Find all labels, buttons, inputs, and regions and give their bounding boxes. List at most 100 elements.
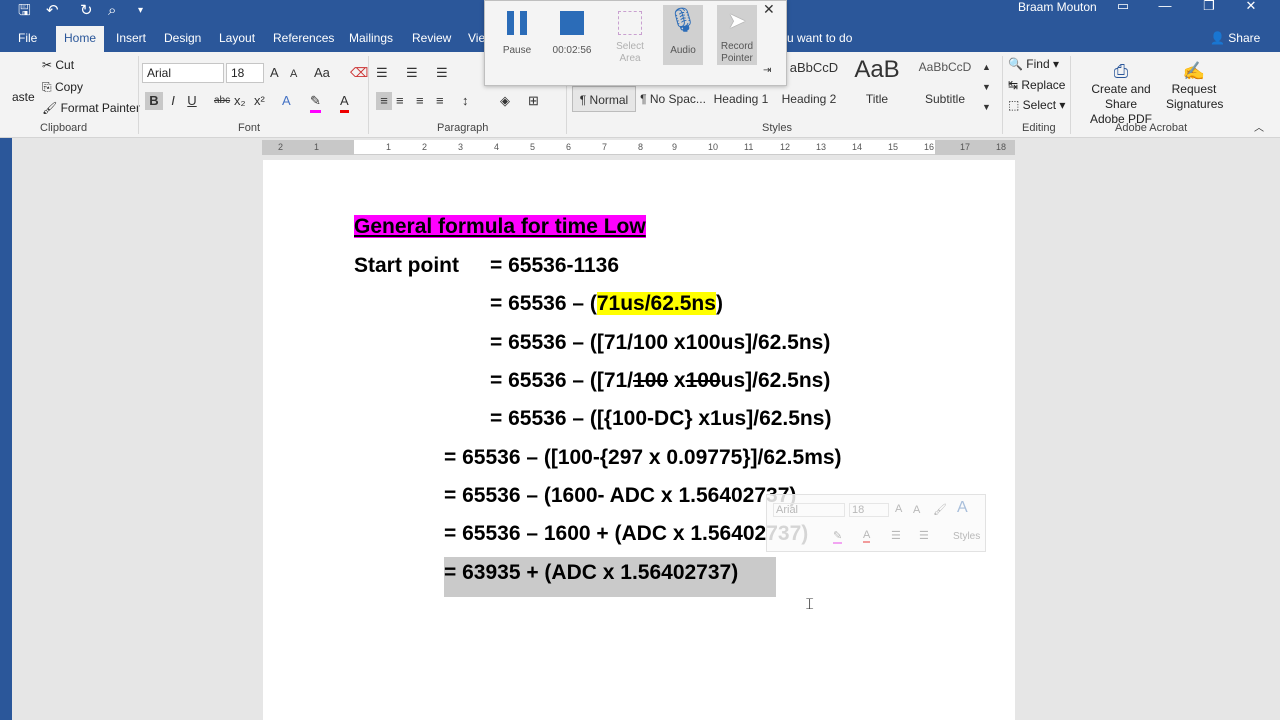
ruler-number: 15 [888, 142, 899, 152]
shrink-font-icon[interactable]: A [290, 65, 297, 83]
clear-formatting-icon[interactable]: ⌫ [350, 64, 368, 82]
record-pointer-button[interactable]: ➤ Record Pointer [717, 5, 757, 65]
ruler-number: 3 [458, 142, 464, 152]
formula-line-1[interactable]: = 65536-1136 [490, 253, 619, 279]
formula-line-5[interactable]: = 65536 – ([{100-DC} x1us]/62.5ns) [490, 406, 831, 432]
tab-design[interactable]: Design [156, 26, 209, 52]
formula-line-4[interactable]: = 65536 – ([71/100 x100us]/62.5ns) [490, 368, 830, 394]
strikethrough-button[interactable]: abc [214, 92, 230, 110]
tab-home[interactable]: Home [56, 26, 105, 52]
print-preview-icon[interactable]: ⌕ [108, 0, 116, 22]
share-button[interactable]: 👤 Share [1210, 26, 1260, 50]
subscript-button[interactable]: x₂ [234, 92, 246, 110]
mini-numbering-icon[interactable]: ☰ [919, 529, 929, 542]
styles-more-icon[interactable]: ▼ [982, 98, 991, 116]
mini-font-color-icon[interactable]: A [863, 529, 871, 543]
document-page[interactable] [263, 160, 1015, 720]
recorder-pin-icon[interactable]: ⇥ [763, 65, 771, 76]
bullets-icon[interactable]: ☰ [376, 64, 388, 82]
recording-timer: 00:02:56 [552, 45, 592, 56]
create-share-pdf-button[interactable]: ⎙ Create and Share Adobe PDF [1074, 60, 1168, 127]
mini-styles-icon[interactable]: A [957, 499, 968, 517]
mini-highlight-icon[interactable]: ✎ [833, 529, 843, 544]
style-normal[interactable]: ¶ Normal [572, 86, 636, 112]
formula-line-8[interactable]: = 65536 – 1600 + (ADC x 1.56402737) [444, 521, 808, 547]
style-title[interactable]: Title [848, 86, 906, 112]
mini-shrink-font-icon[interactable]: A [913, 504, 920, 516]
ruler-number: 1 [386, 142, 392, 152]
tab-file[interactable]: File [10, 26, 45, 52]
highlight-color-icon[interactable]: ✎ [310, 92, 321, 113]
mini-format-painter-icon[interactable]: 🖌 [933, 503, 947, 516]
numbering-icon[interactable]: ☰ [406, 64, 418, 82]
mini-bullets-icon[interactable]: ☰ [891, 529, 901, 542]
font-size-select[interactable]: 18 [226, 63, 264, 83]
user-name[interactable]: Braam Mouton [1018, 0, 1097, 14]
styles-scroll-down-icon[interactable]: ▼ [982, 78, 991, 96]
tab-review[interactable]: Review [404, 26, 459, 52]
formula-line-2[interactable]: = 65536 – (71us/62.5ns) [490, 291, 723, 317]
start-point-label[interactable]: Start point [354, 253, 459, 279]
redo-icon[interactable]: ↻ [80, 0, 93, 22]
close-icon[interactable]: ✕ [1236, 0, 1266, 14]
minimize-icon[interactable]: — [1150, 0, 1180, 14]
justify-icon[interactable]: ≡ [436, 92, 444, 110]
mini-font-select[interactable]: Arial [773, 503, 845, 517]
line-spacing-icon[interactable]: ↕ [462, 92, 469, 110]
replace-button[interactable]: ↹ Replace [1008, 78, 1065, 92]
mini-size-select[interactable]: 18 [849, 503, 889, 517]
styles-scroll-up-icon[interactable]: ▲ [982, 58, 991, 76]
formula-line-7[interactable]: = 65536 – (1600- ADC x 1.56402737) [444, 483, 796, 509]
shading-icon[interactable]: ◈ [500, 92, 510, 110]
italic-button[interactable]: I [166, 92, 180, 110]
select-button[interactable]: ⬚ Select ▾ [1008, 98, 1065, 112]
tab-insert[interactable]: Insert [108, 26, 154, 52]
ribbon-display-icon[interactable]: ▭ [1108, 0, 1138, 14]
heading-line[interactable]: General formula for time Low [354, 214, 646, 240]
request-signatures-button[interactable]: ✍ Request Signatures [1166, 60, 1223, 112]
tab-mailings[interactable]: Mailings [341, 26, 401, 52]
change-case-button[interactable]: Aa [314, 64, 330, 82]
formula-line-6[interactable]: = 65536 – ([100-{297 x 0.09775}]/62.5ms) [444, 445, 842, 471]
recorder-close-icon[interactable]: ✕ [763, 1, 775, 18]
superscript-button[interactable]: x² [254, 92, 265, 110]
horizontal-ruler[interactable]: 2 1 1 2 3 4 5 6 7 8 9 10 11 12 13 14 15 … [262, 140, 1015, 155]
align-right-icon[interactable]: ≡ [416, 92, 424, 110]
tab-references[interactable]: References [265, 26, 342, 52]
format-painter-button[interactable]: 🖌 Format Painter [42, 101, 140, 115]
paste-button[interactable]: aste [12, 90, 35, 104]
copy-button[interactable]: ⎘ Copy [42, 80, 83, 95]
borders-icon[interactable]: ⊞ [528, 92, 539, 110]
formula-line-9-selected[interactable]: = 63935 + (ADC x 1.56402737) [444, 560, 738, 586]
underline-button[interactable]: U [185, 92, 199, 110]
bold-button[interactable]: B [145, 92, 163, 110]
mini-grow-font-icon[interactable]: A [895, 503, 902, 515]
align-left-icon[interactable]: ≡ [376, 92, 392, 110]
collapse-ribbon-icon[interactable]: ︿ [1254, 120, 1264, 138]
tab-layout[interactable]: Layout [211, 26, 263, 52]
audio-button[interactable]: 🎙 Audio [663, 5, 703, 65]
grow-font-icon[interactable]: A [270, 64, 279, 82]
ruler-number: 18 [996, 142, 1007, 152]
font-name-select[interactable]: Arial [142, 63, 224, 83]
cut-button[interactable]: ✂ Cut [42, 58, 74, 72]
save-icon[interactable]: 🖫 [18, 0, 31, 22]
text-effects-icon[interactable]: A [282, 92, 291, 110]
stop-button[interactable]: 00:02:56 [547, 5, 597, 65]
style-heading-1[interactable]: Heading 1 [710, 86, 772, 112]
undo-icon[interactable]: ↶ [46, 0, 59, 22]
find-button[interactable]: 🔍 Find ▾ [1008, 57, 1059, 71]
select-area-button[interactable]: Select Area [605, 5, 655, 65]
formula-line-3[interactable]: = 65536 – ([71/100 x100us]/62.5ns) [490, 330, 830, 356]
restore-icon[interactable]: ❐ [1194, 0, 1224, 14]
mini-toolbar[interactable]: Arial 18 A A 🖌 A ✎ A ☰ ☰ Styles [766, 494, 986, 552]
customize-qat-icon[interactable]: ▾ [138, 0, 143, 22]
tell-me-box[interactable]: u want to do [787, 26, 852, 50]
pause-button[interactable]: Pause [495, 5, 539, 65]
align-center-icon[interactable]: ≡ [396, 92, 404, 110]
font-color-icon[interactable]: A [340, 92, 349, 113]
multilevel-list-icon[interactable]: ☰ [436, 64, 448, 82]
style-subtitle[interactable]: Subtitle [914, 86, 976, 112]
style-heading-2[interactable]: Heading 2 [778, 86, 840, 112]
style-no-spacing[interactable]: ¶ No Spac... [640, 86, 706, 112]
